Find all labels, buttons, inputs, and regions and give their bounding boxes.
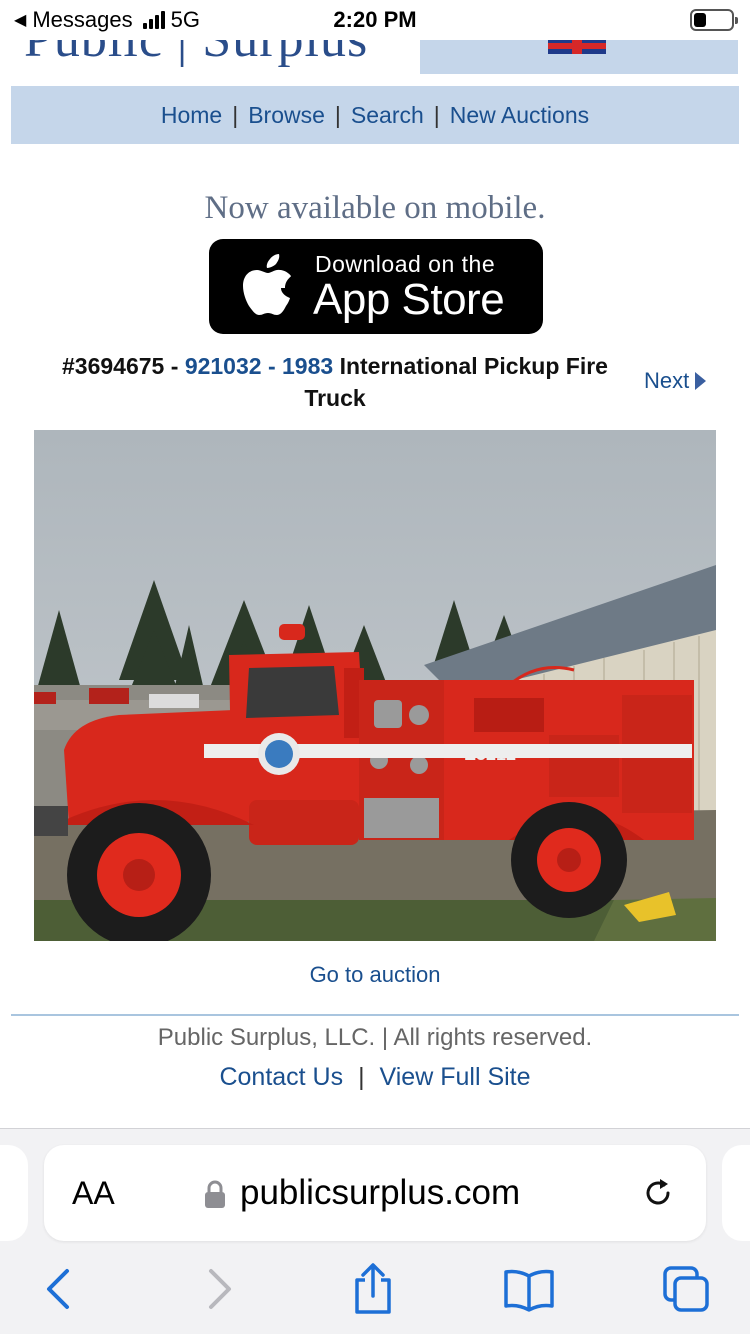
app-store-top-text: Download on the [315, 251, 496, 277]
nav-separator: | [334, 101, 341, 128]
text-size-button[interactable]: AA [72, 1175, 115, 1212]
share-button[interactable] [343, 1259, 403, 1319]
app-store-bottom-text: App Store [313, 275, 505, 324]
title-separator: - [164, 353, 185, 379]
nav-home[interactable]: Home [161, 102, 222, 129]
asset-id-link[interactable]: 921032 [185, 353, 262, 379]
nav-browse[interactable]: Browse [248, 102, 325, 129]
contact-us-link[interactable]: Contact Us [219, 1063, 343, 1091]
next-listing-link[interactable]: Next [644, 368, 707, 394]
truck-unit-label: E5212 [464, 744, 516, 764]
share-icon[interactable] [351, 1262, 395, 1316]
auction-number: #3694675 [62, 353, 165, 379]
mobile-promo-text: Now available on mobile. [204, 190, 546, 226]
apple-logo-icon [243, 254, 291, 315]
address-bar[interactable]: AA publicsurplus.com [44, 1145, 706, 1241]
previous-tab-preview[interactable] [0, 1145, 28, 1241]
battery-icon [690, 9, 738, 31]
nav-search[interactable]: Search [351, 102, 424, 129]
forward-button[interactable] [190, 1259, 250, 1319]
safari-toolbar [0, 1259, 750, 1323]
footer-separator: | [358, 1063, 365, 1091]
book-icon[interactable] [502, 1266, 556, 1312]
nav-separator: | [232, 101, 239, 128]
year-link[interactable]: 1983 [282, 353, 333, 379]
tabs-button[interactable] [656, 1259, 716, 1319]
tabs-icon[interactable] [661, 1264, 711, 1314]
clock: 2:20 PM [333, 7, 417, 32]
bookmarks-button[interactable] [499, 1259, 559, 1319]
reload-icon[interactable] [640, 1175, 676, 1211]
listing-title: #3694675 - 921032 - 1983 International P… [60, 350, 610, 414]
main-nav: Home | Browse | Search | New Auctions [11, 86, 739, 144]
status-bar: ◀ Messages 5G 2:20 PM [0, 0, 750, 40]
item-name: International Pickup Fire Truck [304, 353, 608, 411]
view-full-site-link[interactable]: View Full Site [380, 1063, 531, 1091]
footer-divider [11, 1014, 739, 1016]
nav-new-auctions[interactable]: New Auctions [450, 102, 589, 129]
listing-photo[interactable]: E5212 [34, 430, 716, 941]
footer-links: Contact Us | View Full Site [0, 1063, 750, 1092]
chevron-right-icon[interactable] [205, 1267, 235, 1311]
go-to-auction-link[interactable]: Go to auction [0, 962, 750, 988]
nav-separator: | [433, 101, 440, 128]
url-text[interactable]: publicsurplus.com [240, 1173, 520, 1213]
text-size-label[interactable]: AA [72, 1175, 115, 1211]
lock-icon [205, 1180, 225, 1208]
back-button[interactable] [28, 1259, 88, 1319]
title-separator: - [261, 353, 283, 379]
uk-flag-icon[interactable] [548, 38, 606, 54]
next-arrow-icon[interactable] [695, 372, 707, 390]
next-tab-preview[interactable] [722, 1145, 750, 1241]
browser-chrome: AA publicsurplus.com [0, 1128, 750, 1334]
chevron-left-icon[interactable] [43, 1267, 73, 1311]
next-label[interactable]: Next [644, 368, 689, 394]
app-store-badge[interactable]: Download on the App Store [209, 239, 543, 334]
copyright-text: Public Surplus, LLC. | All rights reserv… [157, 1024, 593, 1051]
